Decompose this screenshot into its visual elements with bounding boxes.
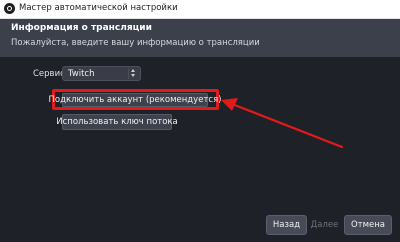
page-subtitle: Пожалуйста, введите вашу информацию о тр… xyxy=(11,38,260,48)
app-icon xyxy=(4,3,15,14)
next-button[interactable]: Далее xyxy=(307,215,342,235)
back-button[interactable]: Назад xyxy=(266,215,307,235)
cancel-button[interactable]: Отмена xyxy=(344,215,392,235)
wizard-content: Сервис Twitch Подключить аккаунт (рекоме… xyxy=(0,57,400,242)
page-heading: Информация о трансляции xyxy=(11,23,152,33)
window-titlebar: Мастер автоматической настройки xyxy=(0,0,400,19)
wizard-header: Информация о трансляции Пожалуйста, введ… xyxy=(0,19,400,57)
window-title: Мастер автоматической настройки xyxy=(19,3,178,13)
